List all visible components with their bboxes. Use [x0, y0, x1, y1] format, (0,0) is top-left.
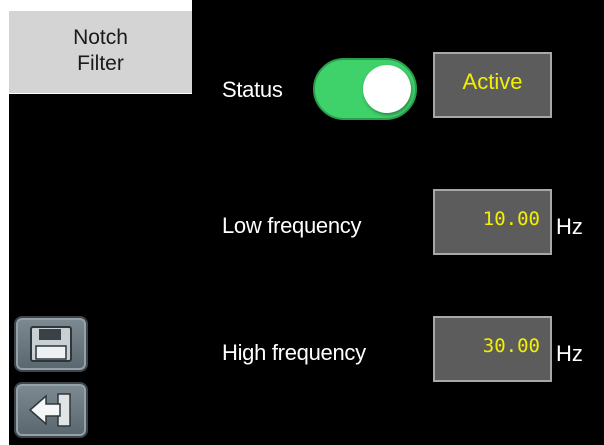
- status-value-field[interactable]: Active: [433, 52, 552, 118]
- low-frequency-unit: Hz: [556, 214, 583, 239]
- back-button[interactable]: [14, 382, 88, 438]
- tab-label-line1: Notch: [73, 26, 128, 49]
- status-toggle[interactable]: [313, 58, 417, 120]
- low-frequency-label: Low frequency: [222, 213, 362, 238]
- arrow-left-icon: [26, 390, 76, 430]
- low-frequency-input[interactable]: 10.00: [433, 189, 552, 255]
- high-frequency-unit: Hz: [556, 341, 583, 366]
- high-frequency-input[interactable]: 30.00: [433, 316, 552, 382]
- toggle-knob[interactable]: [363, 65, 411, 113]
- status-label: Status: [222, 77, 283, 102]
- tab-notch-filter[interactable]: Notch Filter: [9, 11, 192, 94]
- main-panel: Status Active Low frequency 10.00 Hz Hig…: [192, 0, 604, 445]
- high-frequency-label: High frequency: [222, 340, 366, 365]
- save-button[interactable]: [14, 316, 88, 372]
- floppy-disk-icon: [28, 324, 74, 364]
- tab-label-line2: Filter: [77, 52, 124, 75]
- screen: Notch Filter Status Active Low frequency…: [0, 0, 604, 445]
- sidebar: Notch Filter: [9, 11, 192, 445]
